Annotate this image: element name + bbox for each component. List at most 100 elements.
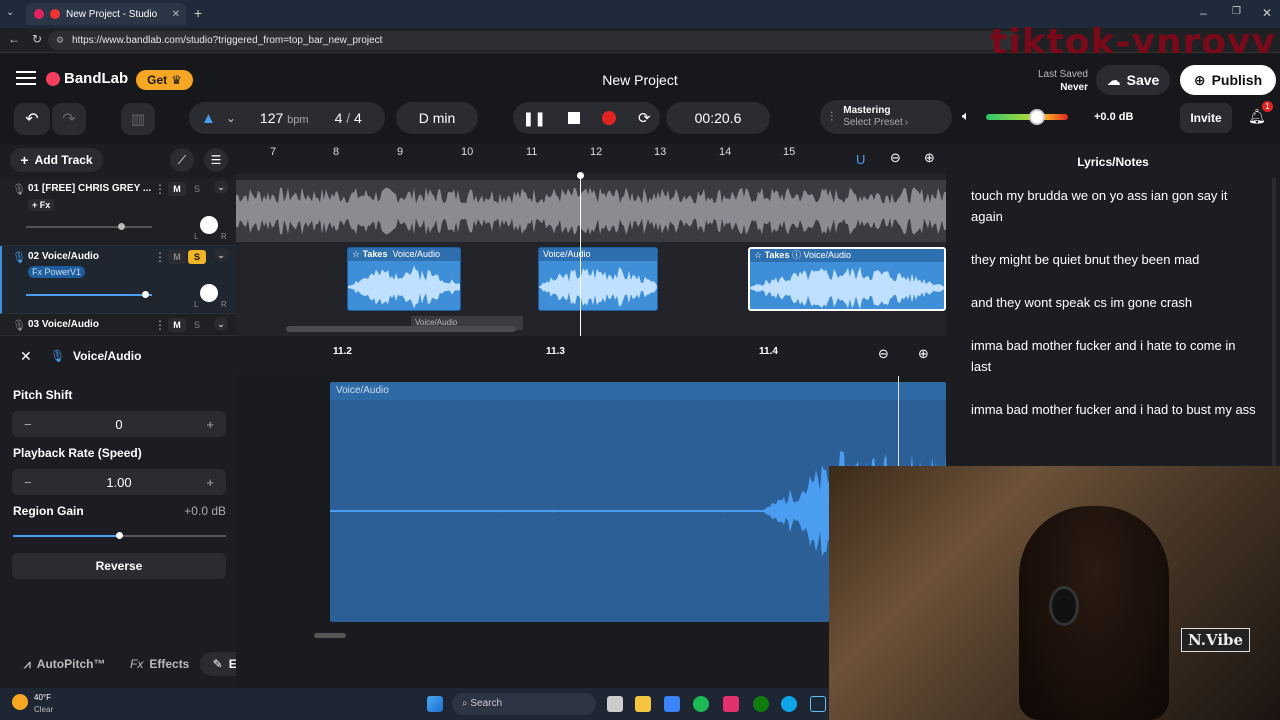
store-icon[interactable] — [664, 696, 680, 712]
redo-button[interactable]: ↷ — [52, 103, 86, 135]
lyrics-line[interactable]: touch my brudda we on yo ass ian gon say… — [971, 185, 1256, 227]
track-row[interactable]: 🎙︎ 02 Voice/Audio ⋮ M S ⌄ Fx PowerV1 L R — [0, 246, 236, 314]
metronome-icon[interactable]: ▲ — [201, 110, 216, 127]
zoom-in-icon[interactable]: ⊕ — [918, 346, 929, 362]
fx-chip[interactable]: Fx PowerV1 — [28, 266, 86, 278]
zoom-out-icon[interactable]: ⊖ — [878, 346, 889, 362]
back-arrow-icon[interactable]: ← — [8, 32, 20, 46]
audio-region[interactable]: ☆ Takes Voice/Audio — [347, 247, 461, 311]
time-signature[interactable]: 4 / 4 — [335, 110, 362, 126]
close-editor-icon[interactable]: ✕ — [20, 348, 32, 365]
lyrics-line[interactable]: imma bad mother fucker and i had to bust… — [971, 399, 1256, 420]
close-window-icon[interactable]: ✕ — [1262, 6, 1272, 20]
bandlab-logo[interactable]: BandLab — [46, 70, 128, 87]
expand-chevron-icon[interactable]: ⌄ — [214, 248, 228, 262]
playhead[interactable] — [577, 172, 584, 336]
solo-button[interactable]: S — [188, 182, 206, 196]
add-track-button[interactable]: + Add Track — [10, 148, 103, 172]
reverse-button[interactable]: Reverse — [12, 553, 226, 579]
playback-rate-value[interactable]: 1.00 — [106, 475, 131, 490]
mute-button[interactable]: M — [168, 250, 186, 264]
track-name[interactable]: 01 [FREE] CHRIS GREY ... — [28, 183, 151, 194]
spotify-icon[interactable] — [693, 696, 709, 712]
volume-slider-knob[interactable] — [142, 291, 149, 298]
pitch-shift-value[interactable]: 0 — [115, 417, 122, 432]
speaker-icon[interactable]: 🔈︎ — [962, 108, 970, 124]
volume-slider-knob[interactable] — [118, 223, 125, 230]
editor-scrollbar[interactable] — [314, 633, 346, 638]
plus-icon[interactable]: + — [206, 475, 214, 490]
master-volume-slider[interactable] — [986, 109, 1068, 125]
edge-icon[interactable] — [781, 696, 797, 712]
expand-chevron-icon[interactable]: ⌄ — [214, 317, 228, 331]
minimize-icon[interactable]: – — [1200, 6, 1207, 20]
task-view-icon[interactable] — [607, 696, 623, 712]
track-menu-icon[interactable]: ⋮ — [154, 318, 166, 332]
add-fx-button[interactable]: + Fx — [28, 199, 55, 211]
track-menu-icon[interactable]: ⋮ — [154, 250, 166, 264]
automation-icon[interactable]: ⟋ — [170, 148, 194, 172]
track-name[interactable]: 03 Voice/Audio — [28, 319, 99, 330]
gain-slider-knob[interactable] — [116, 532, 123, 539]
lyrics-scrollbar[interactable] — [1272, 178, 1276, 468]
magnet-snap-icon[interactable]: U — [856, 152, 865, 167]
zoom-in-icon[interactable]: ⊕ — [924, 150, 935, 166]
loop-icon[interactable]: ⟳ — [638, 109, 651, 127]
hamburger-menu-icon[interactable] — [16, 71, 36, 85]
mute-button[interactable]: M — [168, 182, 186, 196]
undo-button[interactable]: ↶ — [14, 103, 50, 135]
tab-autopitch[interactable]: ⩘ AutoPitch™ — [24, 657, 105, 672]
metronome-dropdown-icon[interactable]: ⌄ — [226, 111, 236, 125]
track-name[interactable]: 02 Voice/Audio — [28, 251, 99, 262]
tab-close-icon[interactable]: ✕ — [172, 9, 180, 20]
get-membership-button[interactable]: Get ♛ — [136, 70, 193, 90]
mute-button[interactable]: M — [168, 318, 186, 332]
horizontal-scrollbar[interactable] — [286, 326, 516, 332]
lyrics-notes-panel[interactable]: Lyrics/Notes touch my brudda we on yo as… — [946, 144, 1280, 474]
solo-button[interactable]: S — [188, 250, 206, 264]
steam-icon[interactable] — [810, 696, 826, 712]
track-volume-slider[interactable] — [26, 223, 152, 230]
windows-start-icon[interactable] — [427, 696, 443, 712]
site-info-icon[interactable]: ⚙ — [56, 31, 64, 50]
plus-icon[interactable]: + — [206, 417, 214, 432]
editor-ruler[interactable]: 11.2 11.3 11.4 ⊖ ⊕ — [236, 336, 946, 374]
key-selector[interactable]: D min — [396, 102, 478, 134]
bpm-value[interactable]: 127 bpm — [260, 110, 309, 126]
pitch-shift-stepper[interactable]: − 0 + — [12, 411, 226, 437]
lyrics-line[interactable]: imma bad mother fucker and i hate to com… — [971, 335, 1256, 377]
tab-list-chevron-icon[interactable]: ⌄ — [6, 7, 20, 21]
save-button[interactable]: ☁ Save — [1096, 65, 1170, 95]
project-title[interactable]: New Project — [540, 72, 740, 88]
audio-region[interactable]: Voice/Audio — [538, 247, 658, 311]
track-volume-slider[interactable] — [26, 291, 152, 298]
stop-icon[interactable] — [567, 112, 580, 124]
track-row[interactable]: 🎙︎ 03 Voice/Audio ⋮ M S ⌄ — [0, 314, 236, 336]
audio-region-selected[interactable]: ☆ Takes ⓘ Voice/Audio — [748, 247, 946, 311]
file-explorer-icon[interactable] — [635, 696, 651, 712]
record-icon[interactable] — [601, 111, 616, 125]
invite-button[interactable]: Invite — [1180, 103, 1232, 133]
tab-effects[interactable]: Fx Effects — [130, 657, 189, 671]
lyrics-line[interactable]: they might be quiet bnut they been mad — [971, 249, 1256, 270]
zoom-out-icon[interactable]: ⊖ — [890, 150, 901, 166]
track-settings-icon[interactable]: ☰ — [204, 148, 228, 172]
minus-icon[interactable]: − — [24, 475, 32, 490]
minus-icon[interactable]: − — [24, 417, 32, 432]
url-field[interactable]: ⚙ https://www.bandlab.com/studio?trigger… — [48, 31, 1018, 50]
mastering-button[interactable]: ⫶ Mastering Select Preset › — [820, 100, 952, 134]
pause-icon[interactable]: ❚❚ — [522, 110, 545, 127]
new-tab-icon[interactable]: + — [194, 5, 202, 21]
track-menu-icon[interactable]: ⋮ — [154, 182, 166, 196]
track-row[interactable]: 🎙︎ 01 [FREE] CHRIS GREY ... ⋮ M S ⌄ + Fx… — [0, 178, 236, 246]
pan-knob[interactable] — [200, 216, 218, 234]
timeline-ruler[interactable]: 7 8 9 10 11 12 13 14 15 — [236, 144, 946, 174]
arrangement-timeline[interactable]: 7 8 9 10 11 12 13 14 15 U ⊖ ⊕ ☆ Takes Voice/Audi… — [236, 144, 946, 336]
maximize-icon[interactable]: ❐ — [1232, 6, 1241, 17]
weather-icon[interactable] — [12, 694, 28, 710]
solo-button[interactable]: S — [188, 318, 206, 332]
taskbar-search[interactable]: ⌕ Search — [452, 693, 596, 715]
pan-knob[interactable] — [200, 284, 218, 302]
reload-icon[interactable]: ↻ — [32, 32, 42, 46]
expand-chevron-icon[interactable]: ⌄ — [214, 180, 228, 194]
